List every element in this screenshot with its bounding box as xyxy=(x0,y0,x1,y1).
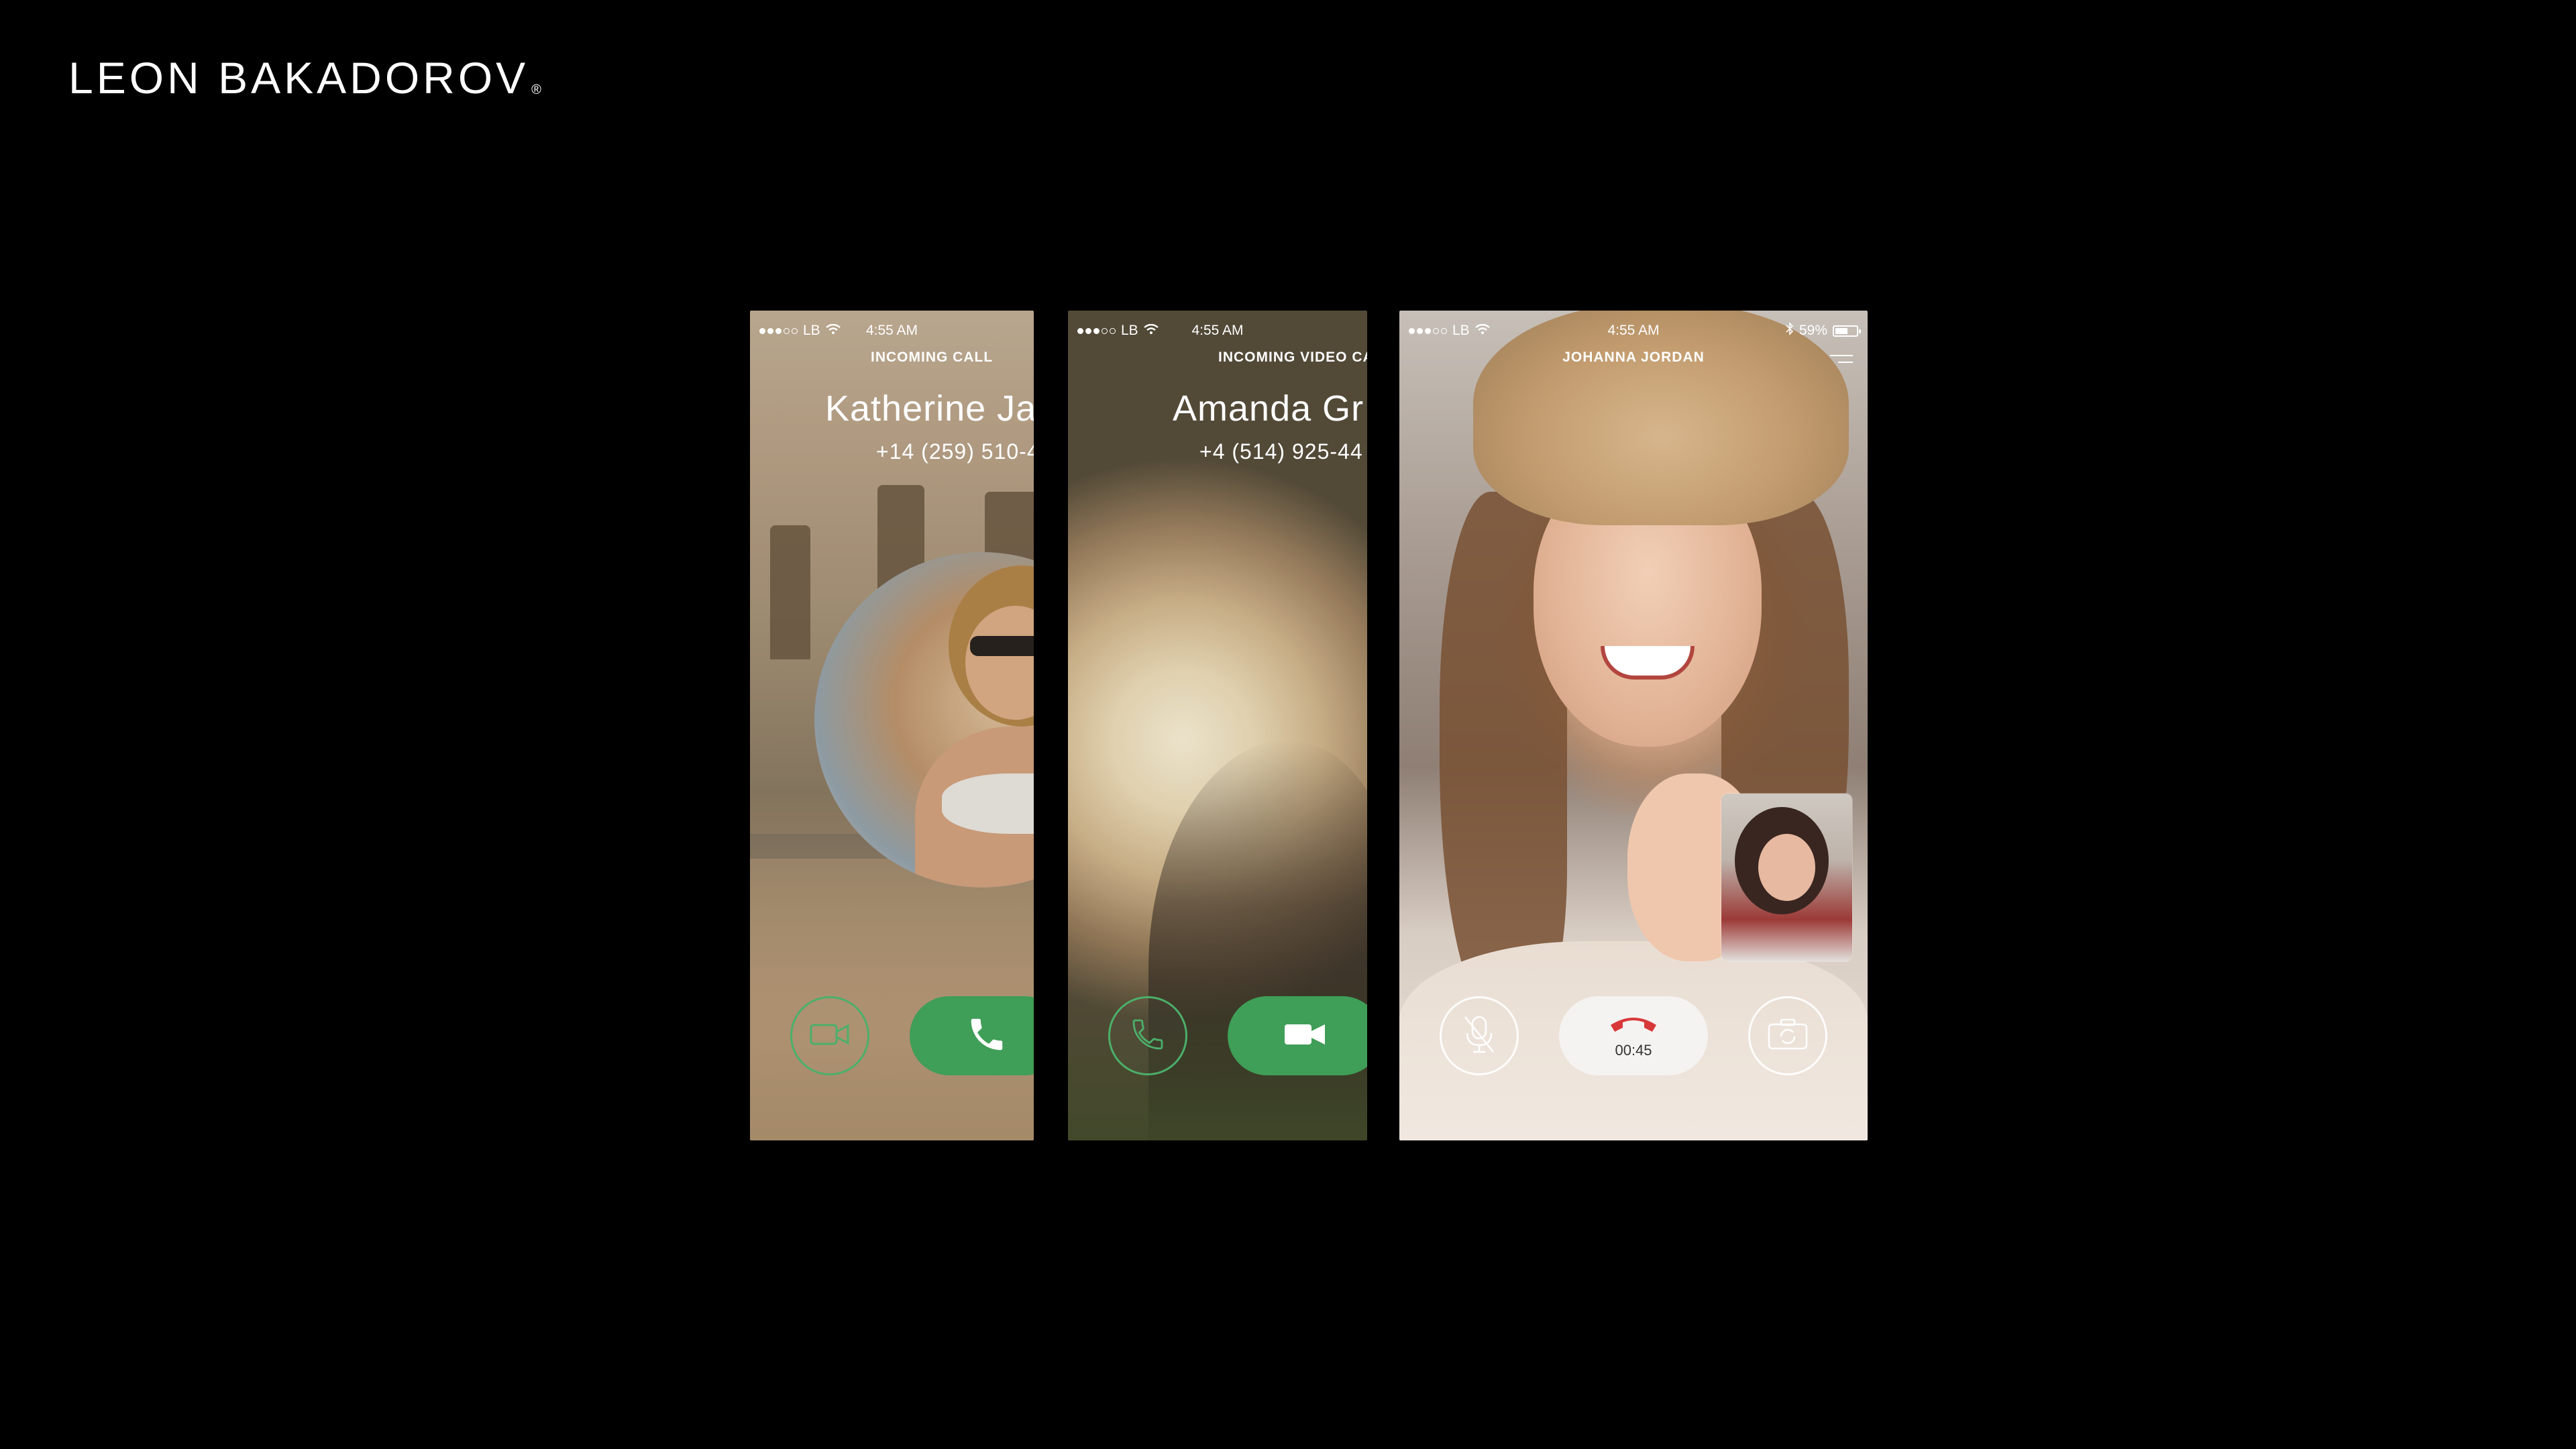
brand-name: LEON BAKADOROV xyxy=(68,53,529,103)
phone-icon xyxy=(1129,1016,1167,1057)
voice-call-button[interactable] xyxy=(1108,996,1187,1075)
status-bar: LB 4:55 AM 59% xyxy=(1399,317,1868,344)
caller-phone: +4 (514) 925-44 xyxy=(1199,439,1363,464)
battery-icon xyxy=(1833,325,1861,337)
menu-icon[interactable] xyxy=(1830,355,1853,368)
status-bar: LB 4:55 AM xyxy=(750,317,1034,344)
battery-percent: 59% xyxy=(1799,323,1827,338)
mute-button[interactable] xyxy=(1440,996,1519,1075)
incoming-video-call-screen: LB 4:55 AM INCOMING VIDEO CA Amanda Gr +… xyxy=(1068,311,1367,1140)
status-time: 4:55 AM xyxy=(865,323,918,338)
incoming-call-screen: LB 4:55 AM INCOMING CALL Katherine Ja +1… xyxy=(750,311,1034,1140)
answer-call-button[interactable] xyxy=(910,996,1034,1075)
mute-microphone-icon xyxy=(1461,1013,1497,1059)
switch-camera-button[interactable] xyxy=(1748,996,1827,1075)
caller-name: Amanda Gr xyxy=(1173,388,1364,429)
brand-logo: LEON BAKADOROV ® xyxy=(68,52,541,103)
bluetooth-icon xyxy=(1786,322,1794,339)
video-call-button[interactable] xyxy=(790,996,869,1075)
status-time: 4:55 AM xyxy=(1191,323,1244,338)
call-type-label: INCOMING VIDEO CA xyxy=(1218,350,1367,365)
answer-video-button[interactable] xyxy=(1228,996,1367,1075)
caller-name: JOHANNA JORDAN xyxy=(1562,350,1705,365)
status-bar: LB 4:55 AM xyxy=(1068,317,1367,344)
call-duration: 00:45 xyxy=(1615,1041,1652,1059)
registered-mark: ® xyxy=(531,83,541,97)
video-camera-icon xyxy=(809,1021,851,1051)
end-call-button[interactable]: 00:45 xyxy=(1559,996,1708,1075)
call-type-label: INCOMING CALL xyxy=(871,350,994,365)
caller-phone: +14 (259) 510-4 xyxy=(876,439,1034,464)
active-video-call-screen: LB 4:55 AM 59% JOHANNA JORDAN 00:45 xyxy=(1399,311,1868,1140)
switch-camera-icon xyxy=(1766,1018,1809,1055)
video-camera-icon xyxy=(1283,1021,1326,1051)
caller-name: Katherine Ja xyxy=(825,388,1034,429)
self-view-preview[interactable] xyxy=(1721,794,1852,961)
phone-icon xyxy=(966,1014,1008,1059)
end-call-icon xyxy=(1608,1013,1659,1038)
